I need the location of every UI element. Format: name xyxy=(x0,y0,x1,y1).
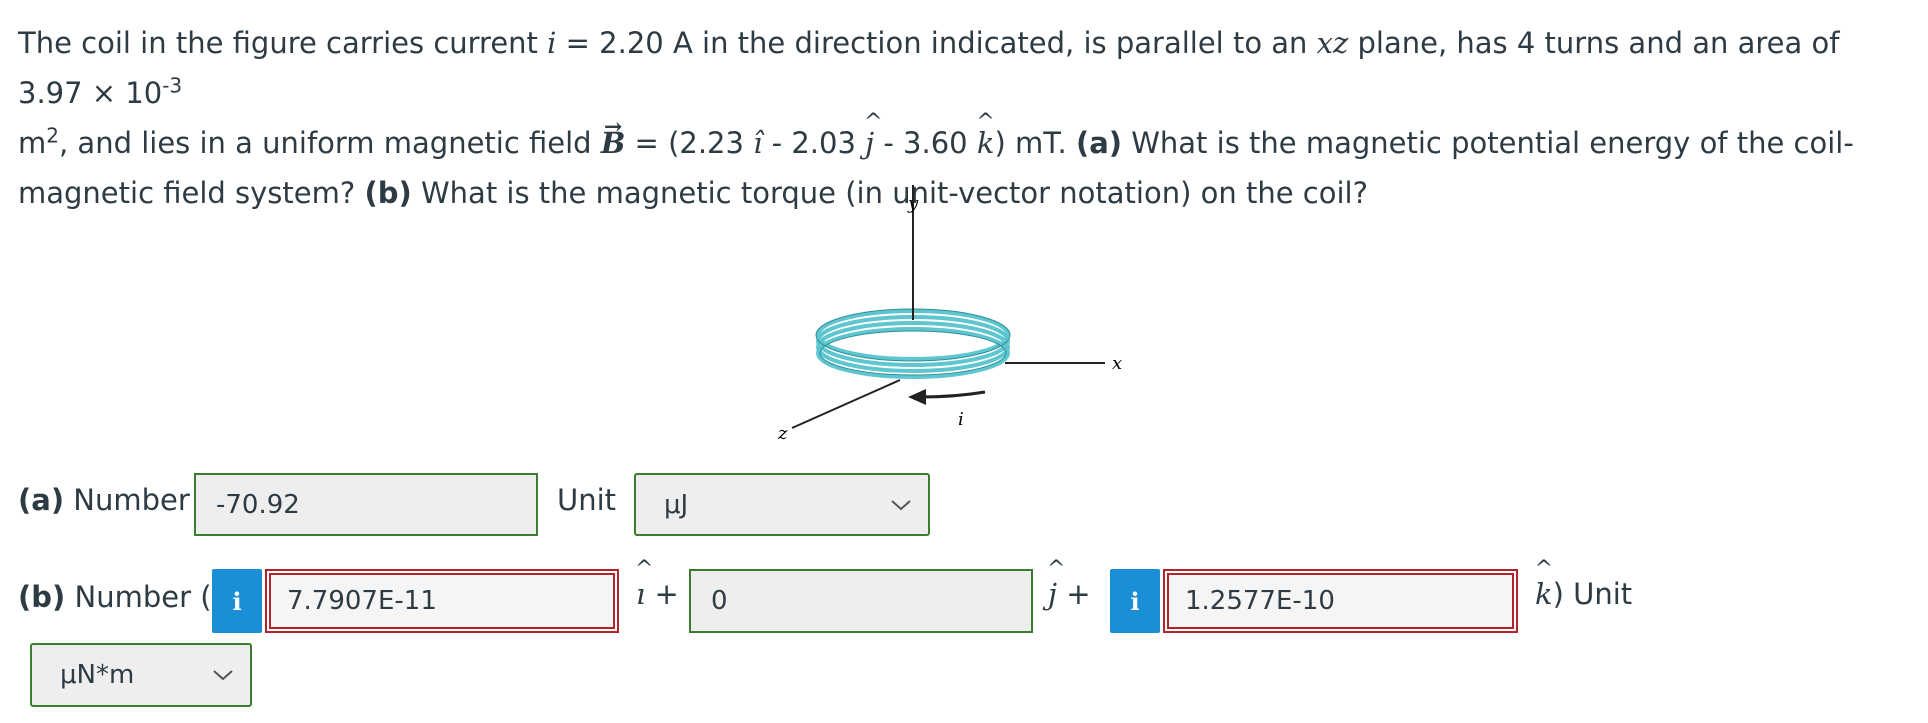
part-b-unit-select[interactable]: μN*m xyxy=(30,643,252,707)
part-a-number-input[interactable]: -70.92 xyxy=(194,473,538,536)
info-icon-2[interactable]: i xyxy=(1110,569,1160,633)
info-icon[interactable]: i xyxy=(212,569,262,633)
part-a-unit-select[interactable]: μJ xyxy=(634,473,930,536)
j-hat-symbol: ^ j xyxy=(864,110,883,160)
i-hat-label: ^ ı + xyxy=(635,557,679,611)
part-b-k-component-input[interactable]: 1.2577E-10 xyxy=(1163,569,1518,633)
chevron-down-icon xyxy=(891,499,911,510)
x-label: x xyxy=(1112,353,1122,374)
part-b-unit-value: μN*m xyxy=(60,660,135,690)
question-line-1: The coil in the figure carries current i… xyxy=(18,26,1840,110)
z-label: z xyxy=(777,423,788,444)
j-hat-label: ^ j + xyxy=(1047,557,1091,611)
part-a-unit-value: μJ xyxy=(664,489,689,520)
current-arrow xyxy=(919,390,986,399)
part-a-label: (a) Number xyxy=(18,483,190,517)
part-b-label: (b) Number ( xyxy=(18,580,212,614)
coil-figure: y x z i xyxy=(740,185,1180,465)
part-b-i-component-input[interactable]: 7.7907E-11 xyxy=(265,569,619,633)
chevron-down-icon xyxy=(213,670,233,681)
current-label: i xyxy=(958,409,964,430)
part-a-unit-label: Unit xyxy=(557,483,617,517)
i-hat-symbol: î xyxy=(753,126,763,160)
z-axis xyxy=(791,379,901,429)
k-hat-unit-label: ^ k) Unit xyxy=(1534,557,1633,611)
y-label: y xyxy=(907,193,919,214)
b-vector-symbol: → B xyxy=(600,114,626,160)
k-hat-symbol: ^ k xyxy=(976,110,995,160)
coil xyxy=(816,309,1010,379)
part-b-j-component-input[interactable]: 0 xyxy=(689,569,1033,633)
